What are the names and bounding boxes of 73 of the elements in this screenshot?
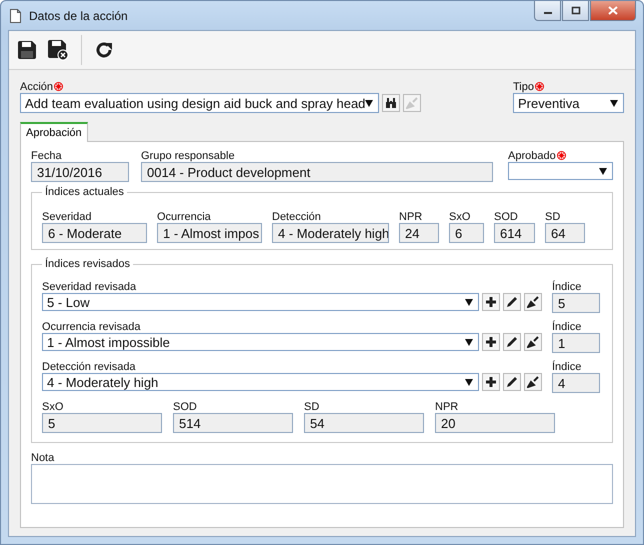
value-field: 6 [449,223,484,243]
group-title: Índices revisados [44,258,131,270]
document-icon [10,8,21,22]
field-label: Tipo [513,80,534,92]
field-label: SD [545,210,562,223]
field-label: Fecha [31,149,63,162]
close-icon [608,6,618,15]
field-label: Severidad revisada [42,280,138,293]
field-label: SxO [42,400,64,413]
maximize-icon [570,6,580,15]
value-field: 514 [173,413,293,433]
caret-icon [465,298,473,306]
index-field: 5 [552,293,600,313]
pencil-icon[interactable] [503,373,521,391]
caret-icon [365,100,374,106]
field-label: Acción [20,80,54,92]
rating-select[interactable]: 5 - Low [42,293,479,311]
field-label: SOD [173,400,198,413]
pencil-icon[interactable] [503,293,521,311]
field-label: Ocurrencia [157,210,212,223]
save-and-close-icon[interactable] [45,37,71,63]
maximize-button[interactable] [562,1,589,21]
field-label: Grupo responsable [141,149,236,162]
field-label: Aprobado [508,150,556,162]
field-label: Severidad [42,210,93,223]
value-field: 64 [545,223,585,243]
value-field: 1 - Almost impos [157,223,262,243]
caret-icon [599,168,607,174]
add-icon[interactable] [482,293,500,311]
value-field: 5 [42,413,162,433]
action-select[interactable]: Add team evaluation using design aid buck and spray head [20,93,380,113]
pencil-icon[interactable] [503,333,521,351]
field-label: Ocurrencia revisada [42,320,142,333]
minimize-button[interactable] [534,1,561,21]
field-label: Nota [31,451,56,464]
caret-icon [610,100,618,106]
group-field: 0014 - Product development [141,162,493,182]
value-field: 54 [304,413,424,433]
brush-icon[interactable] [524,293,542,311]
value-field: 6 - Moderate [42,223,147,243]
field-label: Índice [552,360,582,373]
approved-select[interactable] [508,162,613,180]
field-label: NPR [399,210,424,223]
field-label: NPR [435,400,460,413]
date-field: 31/10/2016 [31,162,129,182]
brush-icon[interactable] [524,373,542,391]
tab[interactable]: Aprobación [20,122,88,142]
field-label: SOD [494,210,519,223]
brush-icon[interactable] [524,333,542,351]
value-field: 614 [494,223,535,243]
field-label: Detección [272,210,322,223]
caret-icon [465,378,473,386]
binoculars-icon[interactable] [382,94,400,112]
close-button[interactable] [590,1,636,21]
group-title: Índices actuales [44,186,125,198]
save-icon[interactable] [15,38,39,62]
field-label: SxO [449,210,472,223]
caret-icon [465,338,473,346]
rating-select[interactable]: 1 - Almost impossible [42,333,479,351]
field-label: SD [304,400,320,413]
index-field: 4 [552,373,600,393]
window-title: Datos de la acción [29,8,128,22]
field-label: Índice [552,320,582,333]
value-field: 24 [399,223,439,243]
field-label: Índice [552,280,582,293]
field-label: Detección revisada [42,360,137,373]
add-icon[interactable] [482,373,500,391]
note-field[interactable] [31,464,613,504]
rating-select[interactable]: 4 - Moderately high [42,373,479,391]
add-icon[interactable] [482,333,500,351]
type-select[interactable]: Preventiva [513,93,624,113]
value-field: 20 [435,413,555,433]
index-field: 1 [552,333,600,353]
